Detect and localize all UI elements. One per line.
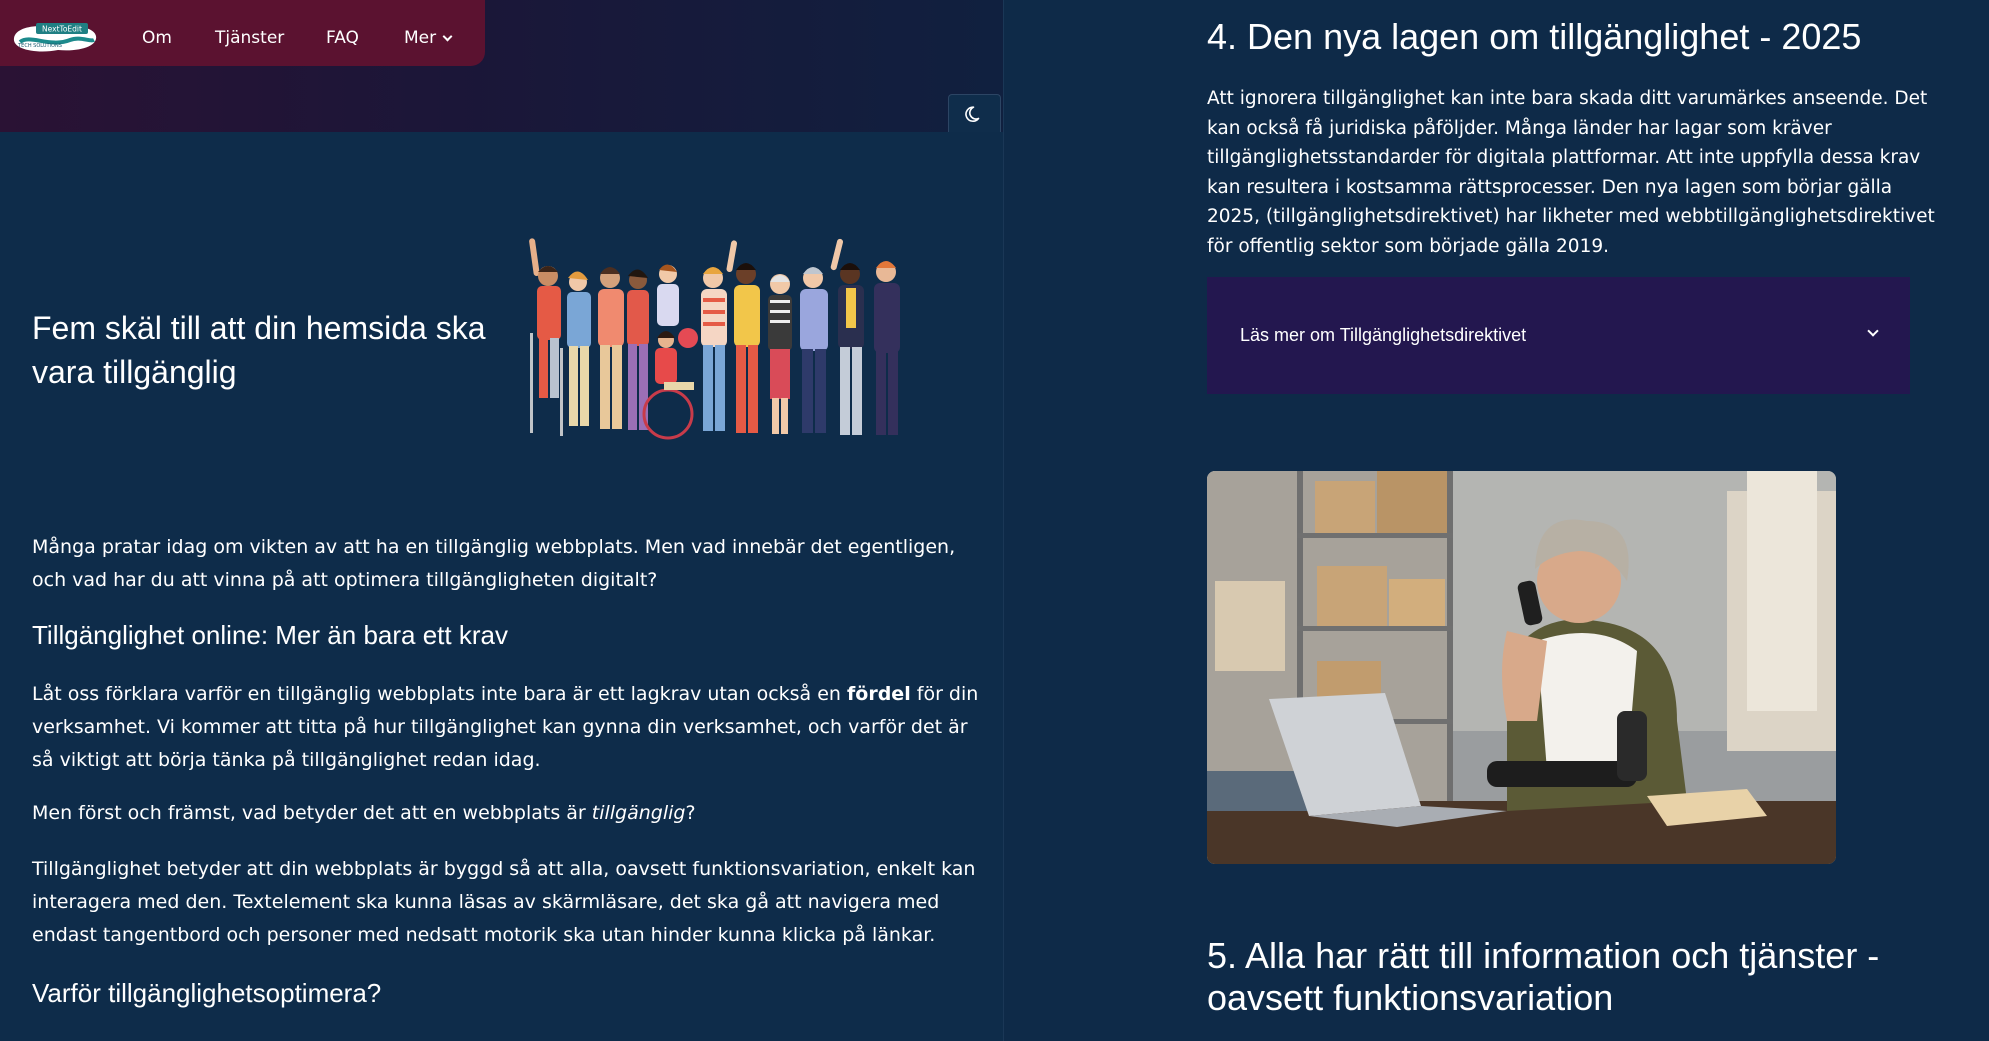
section-heading-why: Varför tillgänglighetsoptimera? xyxy=(32,978,382,1008)
chevron-down-icon xyxy=(442,31,453,42)
chevron-down-icon xyxy=(1867,324,1879,337)
theme-toggle-button[interactable] xyxy=(948,94,1001,132)
main-nav: NextToEdit TECH SOLUTIONS Om Tjänster FA… xyxy=(0,0,485,66)
paragraph-question: Men först och främst, vad betyder det at… xyxy=(32,797,982,830)
workshop-photo xyxy=(1207,471,1836,864)
nav-item-mer[interactable]: Mer xyxy=(404,28,453,48)
law-paragraph: Att ignorera tillgänglighet kan inte bar… xyxy=(1207,88,1935,257)
page-title: Fem skäl till att din hemsida ska vara t… xyxy=(32,310,486,390)
section-heading-online: Tillgänglighet online: Mer än bara ett k… xyxy=(32,620,508,650)
diverse-people-illustration xyxy=(529,238,900,440)
section-heading-law: 4. Den nya lagen om tillgänglighet - 202… xyxy=(1207,16,1862,57)
svg-text:NextToEdit: NextToEdit xyxy=(42,25,82,34)
paragraph-question-italic: tillgänglig xyxy=(591,802,686,824)
section-heading-rights: 5. Alla har rätt till information och tj… xyxy=(1207,935,1880,1018)
paragraph-question-text-2: ? xyxy=(685,802,696,824)
intro-paragraph: Många pratar idag om vikten av att ha en… xyxy=(32,536,956,591)
site-logo[interactable]: NextToEdit TECH SOLUTIONS xyxy=(10,20,100,56)
nav-item-tjanster[interactable]: Tjänster xyxy=(215,28,284,48)
paragraph-question-text-1: Men först och främst, vad betyder det at… xyxy=(32,802,592,824)
right-panel: 4. Den nya lagen om tillgänglighet - 202… xyxy=(1004,0,1989,1041)
nav-item-mer-label: Mer xyxy=(404,28,437,48)
moon-icon xyxy=(964,105,979,122)
paragraph-benefit: Låt oss förklara varför en tillgänglig w… xyxy=(32,678,982,777)
nav-item-om[interactable]: Om xyxy=(142,28,172,48)
paragraph-benefit-text-1: Låt oss förklara varför en tillgänglig w… xyxy=(32,683,848,705)
left-panel: NextToEdit TECH SOLUTIONS Om Tjänster FA… xyxy=(0,0,1003,1041)
svg-text:TECH SOLUTIONS: TECH SOLUTIONS xyxy=(17,43,62,49)
directive-accordion[interactable]: Läs mer om Tillgänglighetsdirektivet xyxy=(1207,277,1910,394)
nav-item-faq[interactable]: FAQ xyxy=(326,28,359,48)
paragraph-definition: Tillgänglighet betyder att din webbplats… xyxy=(32,858,976,946)
paragraph-benefit-bold: fördel xyxy=(847,683,911,705)
accordion-label: Läs mer om Tillgänglighetsdirektivet xyxy=(1240,325,1527,345)
